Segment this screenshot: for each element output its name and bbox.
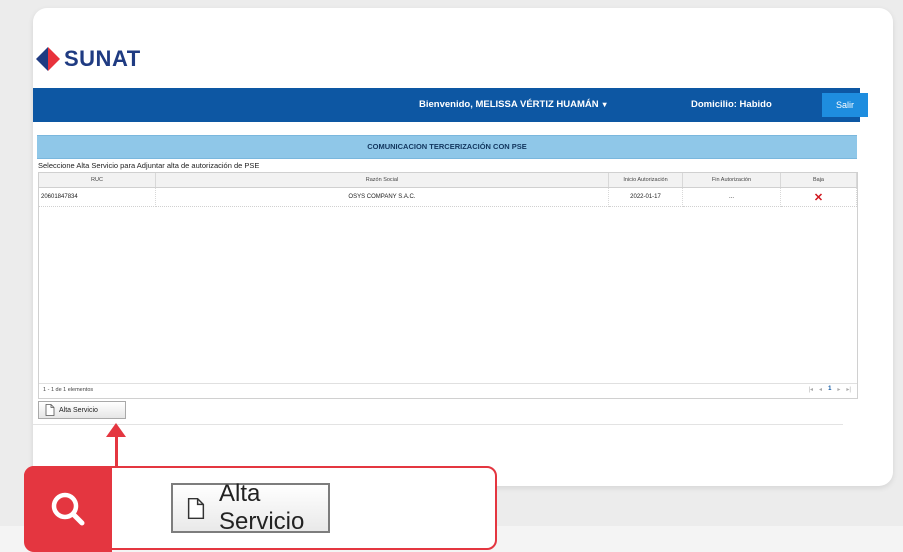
chevron-down-icon: ▾ <box>602 100 607 109</box>
first-page-icon[interactable]: |◂ <box>808 386 813 393</box>
welcome-text: Bienvenido, MELISSA VÉRTIZ HUAMÁN <box>419 99 599 110</box>
sunat-logo-icon <box>36 47 60 71</box>
divider <box>33 424 843 425</box>
column-header-razon-social[interactable]: Razón Social <box>155 173 609 188</box>
alta-servicio-button[interactable]: Alta Servicio <box>38 401 126 419</box>
document-icon <box>45 404 55 416</box>
cell-razon-social: OSYS COMPANY S.A.C. <box>155 187 609 207</box>
brand-name: SUNAT <box>64 46 141 71</box>
logout-button[interactable]: Salir <box>822 93 868 117</box>
next-page-icon[interactable]: ▸ <box>837 386 840 393</box>
delete-x-icon[interactable]: ✕ <box>814 192 823 204</box>
callout-button-label: Alta Servicio <box>218 480 305 535</box>
cell-inicio: 2022-01-17 <box>608 187 683 207</box>
cell-fin: ... <box>682 187 781 207</box>
sunat-logo: SUNAT <box>35 44 141 74</box>
callout-alta-servicio-button: Alta Servicio <box>171 480 330 535</box>
domicilio-status: Domicilio: Habido <box>691 99 772 110</box>
cell-baja: ✕ <box>780 187 857 207</box>
prev-page-icon[interactable]: ◂ <box>819 386 822 393</box>
document-icon <box>187 497 205 519</box>
callout-arrow-line <box>115 434 118 470</box>
column-header-fin[interactable]: Fin Autorización <box>682 173 781 188</box>
user-menu[interactable]: Bienvenido, MELISSA VÉRTIZ HUAMÁN ▾ <box>419 88 607 122</box>
top-navbar: Bienvenido, MELISSA VÉRTIZ HUAMÁN ▾ Domic… <box>33 88 868 122</box>
column-header-inicio[interactable]: Inicio Autorización <box>608 173 683 188</box>
current-page[interactable]: 1 <box>828 386 831 393</box>
column-header-baja[interactable]: Baja <box>780 173 857 188</box>
last-page-icon[interactable]: ▸| <box>846 386 851 393</box>
table-header-row: RUC Razón Social Inicio Autorización Fin… <box>39 173 857 188</box>
pager: |◂ ◂ 1 ▸ ▸| <box>808 386 851 393</box>
instruction-text: Seleccione Alta Servicio para Adjuntar a… <box>38 161 260 170</box>
record-count: 1 - 1 de 1 elementos <box>43 387 94 393</box>
search-icon <box>24 466 112 552</box>
cell-ruc: 20601847834 <box>39 187 156 207</box>
services-grid: RUC Razón Social Inicio Autorización Fin… <box>38 172 858 399</box>
table-row[interactable]: 20601847834 OSYS COMPANY S.A.C. 2022-01-… <box>39 187 857 207</box>
grid-footer: 1 - 1 de 1 elementos |◂ ◂ 1 ▸ ▸| <box>39 383 857 398</box>
section-title: COMUNICACION TERCERIZACIÓN CON PSE <box>37 135 857 159</box>
column-header-ruc[interactable]: RUC <box>39 173 156 188</box>
alta-servicio-label: Alta Servicio <box>59 406 98 414</box>
services-table: RUC Razón Social Inicio Autorización Fin… <box>39 173 857 207</box>
